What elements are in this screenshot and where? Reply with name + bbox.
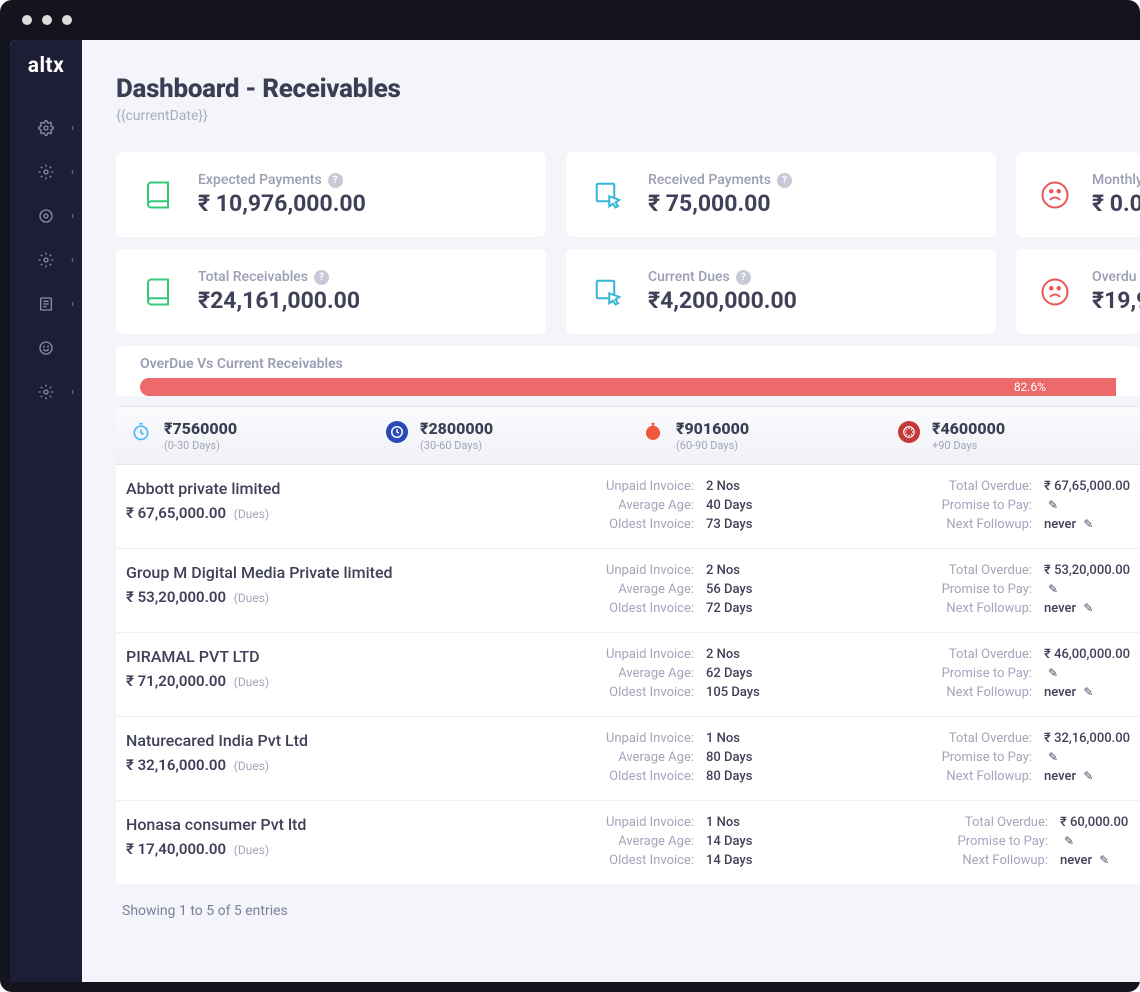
sidebar-item[interactable]: ‹ — [10, 194, 82, 238]
sidebar-item[interactable] — [10, 326, 82, 370]
aging-bucket-30-60[interactable]: ₹2800000(30-60 Days) — [372, 419, 628, 452]
chevron-left-icon: ‹ — [71, 123, 74, 134]
cursor-icon — [590, 177, 626, 213]
progress-section: OverDue Vs Current Receivables 82.6% — [116, 346, 1140, 396]
card-expected-payments: Expected Payments? ₹ 10,976,000.00 — [116, 152, 546, 237]
cursor-icon — [590, 274, 626, 310]
company-name: PIRAMAL PVT LTD — [126, 647, 486, 666]
gear-icon — [38, 164, 54, 180]
smile-icon — [38, 340, 54, 356]
company-name: Abbott private limited — [126, 479, 486, 498]
company-name: Honasa consumer Pvt ltd — [126, 815, 486, 834]
aging-buckets: ₹7560000(0-30 Days) ₹2800000(30-60 Days)… — [116, 406, 1140, 465]
aging-bucket-0-30[interactable]: ₹7560000(0-30 Days) — [116, 419, 372, 452]
page-subtitle: {{currentDate}} — [116, 108, 1140, 124]
chevron-left-icon: ‹ — [71, 387, 74, 398]
help-icon[interactable]: ? — [328, 173, 343, 188]
edit-icon[interactable]: ✎ — [1048, 666, 1058, 680]
clock-icon — [898, 421, 920, 443]
card-label: Current Dues? — [648, 269, 797, 285]
sidebar-item[interactable]: ‹ — [10, 238, 82, 282]
page-title: Dashboard - Receivables — [116, 74, 1140, 104]
company-dues: ₹ 67,65,000.00 (Dues) — [126, 504, 486, 522]
edit-icon[interactable]: ✎ — [1083, 517, 1093, 531]
card-value: ₹ 0.0 — [1092, 190, 1140, 217]
edit-icon[interactable]: ✎ — [1083, 601, 1093, 615]
edit-icon[interactable]: ✎ — [1083, 685, 1093, 699]
edit-icon[interactable]: ✎ — [1099, 853, 1109, 867]
window-titlebar — [0, 0, 1140, 40]
stopwatch-icon — [642, 421, 664, 443]
card-label: Monthly — [1092, 172, 1140, 188]
stopwatch-icon — [130, 421, 152, 443]
receivable-row[interactable]: Group M Digital Media Private limited ₹ … — [116, 549, 1140, 633]
gear-icon — [38, 384, 54, 400]
aging-bucket-60-90[interactable]: ₹9016000(60-90 Days) — [628, 419, 884, 452]
book-icon — [140, 177, 176, 213]
edit-icon[interactable]: ✎ — [1048, 750, 1058, 764]
help-icon[interactable]: ? — [736, 270, 751, 285]
progress-bar: 82.6% — [140, 378, 1116, 396]
help-icon[interactable]: ? — [314, 270, 329, 285]
window-dot — [42, 15, 52, 25]
clock-icon — [386, 421, 408, 443]
edit-icon[interactable]: ✎ — [1064, 834, 1074, 848]
card-value: ₹19,9 — [1092, 287, 1140, 314]
card-label: Overdu — [1092, 269, 1140, 285]
receivable-row[interactable]: Abbott private limited ₹ 67,65,000.00 (D… — [116, 465, 1140, 549]
card-label: Expected Payments? — [198, 172, 366, 188]
card-received-payments: Received Payments? ₹ 75,000.00 — [566, 152, 996, 237]
company-name: Group M Digital Media Private limited — [126, 563, 486, 582]
sad-face-icon — [1040, 274, 1070, 310]
chevron-left-icon: ‹ — [71, 255, 74, 266]
company-dues: ₹ 71,20,000.00 (Dues) — [126, 672, 486, 690]
company-dues: ₹ 53,20,000.00 (Dues) — [126, 588, 486, 606]
chevron-left-icon: ‹ — [71, 167, 74, 178]
gear-icon — [38, 252, 54, 268]
card-label: Received Payments? — [648, 172, 792, 188]
progress-title: OverDue Vs Current Receivables — [140, 356, 1116, 372]
receivables-list: Abbott private limited ₹ 67,65,000.00 (D… — [116, 465, 1140, 885]
edit-icon[interactable]: ✎ — [1048, 498, 1058, 512]
logo: altx — [28, 54, 65, 78]
card-value: ₹ 10,976,000.00 — [198, 190, 366, 217]
edit-icon[interactable]: ✎ — [1048, 582, 1058, 596]
sidebar-item[interactable]: ‹ — [10, 150, 82, 194]
edit-icon[interactable]: ✎ — [1083, 769, 1093, 783]
card-label: Total Receivables? — [198, 269, 360, 285]
window-dot — [22, 15, 32, 25]
card-value: ₹24,161,000.00 — [198, 287, 360, 314]
chevron-left-icon: ‹ — [71, 211, 74, 222]
chevron-left-icon: ‹ — [71, 299, 74, 310]
company-name: Naturecared India Pvt Ltd — [126, 731, 486, 750]
sidebar-item[interactable]: ‹ — [10, 106, 82, 150]
sidebar: altx ‹ ‹ ‹ ‹ ‹ — [10, 40, 82, 982]
company-dues: ₹ 17,40,000.00 (Dues) — [126, 840, 486, 858]
sidebar-item[interactable]: ‹ — [10, 282, 82, 326]
card-current-dues: Current Dues? ₹4,200,000.00 — [566, 249, 996, 334]
sad-face-icon — [1040, 177, 1070, 213]
card-value: ₹ 75,000.00 — [648, 190, 792, 217]
gear-icon — [38, 208, 54, 224]
gear-icon — [38, 120, 54, 136]
receivable-row[interactable]: Honasa consumer Pvt ltd ₹ 17,40,000.00 (… — [116, 801, 1140, 885]
sidebar-item[interactable]: ‹ — [10, 370, 82, 414]
card-overdue: Overdu ₹19,9 — [1016, 249, 1140, 334]
card-value: ₹4,200,000.00 — [648, 287, 797, 314]
aging-bucket-90-plus[interactable]: ₹4600000+90 Days — [884, 419, 1140, 452]
window-dot — [62, 15, 72, 25]
card-monthly: Monthly ₹ 0.0 — [1016, 152, 1140, 237]
company-dues: ₹ 32,16,000.00 (Dues) — [126, 756, 486, 774]
help-icon[interactable]: ? — [777, 173, 792, 188]
entries-summary: Showing 1 to 5 of 5 entries — [116, 885, 1140, 919]
receivable-row[interactable]: Naturecared India Pvt Ltd ₹ 32,16,000.00… — [116, 717, 1140, 801]
card-total-receivables: Total Receivables? ₹24,161,000.00 — [116, 249, 546, 334]
main-content: Dashboard - Receivables {{currentDate}} … — [82, 40, 1140, 982]
receivable-row[interactable]: PIRAMAL PVT LTD ₹ 71,20,000.00 (Dues) Un… — [116, 633, 1140, 717]
book-icon — [140, 274, 176, 310]
document-icon — [38, 296, 54, 312]
